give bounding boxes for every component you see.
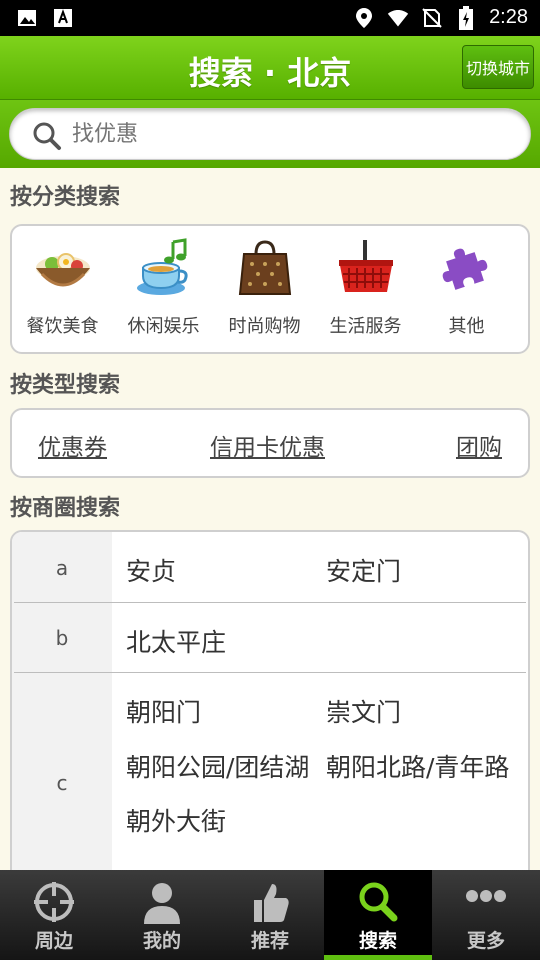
type-links: 优惠券 信用卡优惠 团购	[10, 408, 530, 478]
search-input[interactable]	[72, 117, 512, 151]
search-icon	[324, 880, 432, 924]
no-sim-icon	[421, 7, 443, 29]
puzzle-icon	[416, 238, 517, 300]
district-group-b: b 北太平庄	[12, 603, 528, 673]
search-bar	[0, 100, 540, 168]
district-letter: a	[12, 532, 112, 603]
category-food[interactable]: 餐饮美食	[12, 226, 113, 352]
nav-mine[interactable]: 我的	[108, 870, 216, 960]
search-icon	[32, 121, 62, 155]
category-label: 餐饮美食	[26, 316, 99, 337]
nav-more[interactable]: 更多	[432, 870, 540, 960]
shopping-bag-icon	[214, 238, 315, 300]
search-field[interactable]	[9, 108, 531, 160]
district-item[interactable]: 安定门	[326, 552, 401, 588]
category-section-title: 按分类搜索	[10, 185, 121, 210]
district-group-a: a 安贞 安定门	[12, 532, 528, 603]
image-icon	[16, 7, 38, 29]
group-buy-link[interactable]: 团购	[456, 428, 502, 462]
district-list: a 安贞 安定门 b 北太平庄 c 朝阳门 崇文门 朝阳公园/团结湖 朝阳北路/…	[10, 530, 530, 890]
nav-label: 我的	[142, 930, 181, 952]
category-other[interactable]: 其他	[416, 226, 517, 352]
category-label: 生活服务	[329, 316, 402, 337]
title-bar: 搜索 · 北京 切换城市	[0, 36, 540, 100]
battery-charging-icon	[455, 5, 477, 30]
font-download-icon	[52, 7, 74, 29]
district-item[interactable]: 朝外大街	[126, 802, 226, 838]
person-icon	[108, 880, 216, 924]
nav-recommend[interactable]: 推荐	[216, 870, 324, 960]
basket-icon	[315, 238, 416, 300]
district-item[interactable]: 安贞	[126, 552, 176, 588]
category-shopping[interactable]: 时尚购物	[214, 226, 315, 352]
nav-label: 周边	[34, 930, 73, 952]
page-title: 搜索 · 北京	[188, 54, 352, 92]
district-letter: b	[12, 603, 112, 673]
district-group-c: c 朝阳门 崇文门 朝阳公园/团结湖 朝阳北路/青年路 朝外大街	[12, 673, 528, 888]
category-label: 其他	[448, 316, 485, 337]
category-label: 时尚购物	[228, 316, 301, 337]
wifi-icon	[387, 7, 409, 29]
coupon-link[interactable]: 优惠券	[38, 428, 107, 462]
type-section-title: 按类型搜索	[10, 373, 121, 398]
category-services[interactable]: 生活服务	[315, 226, 416, 352]
district-item[interactable]: 朝阳门	[126, 693, 201, 729]
nav-label: 搜索	[358, 930, 397, 952]
nav-label: 推荐	[250, 930, 289, 952]
status-time: 2:28	[489, 6, 528, 28]
credit-card-offer-link[interactable]: 信用卡优惠	[210, 428, 325, 462]
district-item[interactable]: 朝阳北路/青年路	[326, 748, 509, 784]
district-item[interactable]: 朝阳公园/团结湖	[126, 748, 309, 784]
thumbs-up-icon	[216, 880, 324, 924]
district-item[interactable]: 北太平庄	[126, 623, 226, 659]
district-item[interactable]: 崇文门	[326, 693, 401, 729]
district-letter: c	[12, 673, 112, 888]
district-section-title: 按商圈搜索	[10, 496, 121, 521]
category-leisure[interactable]: 休闲娱乐	[113, 226, 214, 352]
location-icon	[353, 7, 375, 29]
switch-city-button[interactable]: 切换城市	[462, 45, 534, 89]
category-label: 休闲娱乐	[127, 316, 200, 337]
more-dots-icon	[432, 880, 540, 924]
food-bowl-icon	[12, 238, 113, 300]
nav-search[interactable]: 搜索	[324, 870, 432, 960]
nav-label: 更多	[466, 930, 505, 952]
teacup-music-icon	[113, 238, 214, 300]
bottom-nav: 周边 我的 推荐 搜索 更多	[0, 870, 540, 960]
crosshair-icon	[0, 880, 108, 924]
status-bar: 2:28	[0, 0, 540, 36]
category-grid: 餐饮美食 休闲娱乐 时尚购物 生活服务 其他	[10, 224, 530, 354]
nav-nearby[interactable]: 周边	[0, 870, 108, 960]
